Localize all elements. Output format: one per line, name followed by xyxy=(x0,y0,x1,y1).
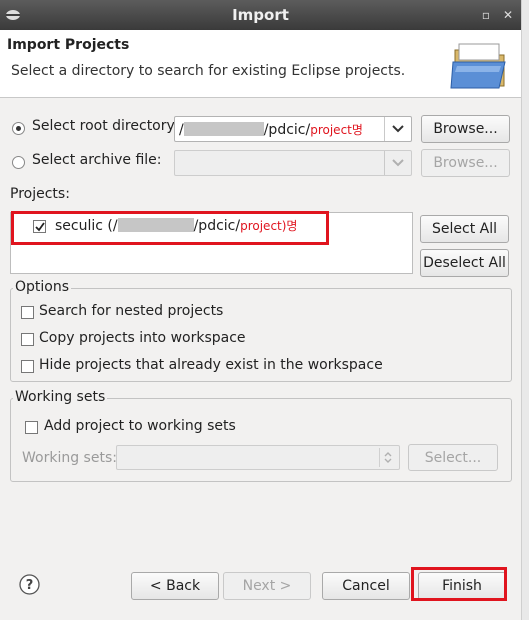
redacted-path xyxy=(183,122,264,136)
copy-projects-label[interactable]: Copy projects into workspace xyxy=(39,330,246,346)
help-icon[interactable]: ? xyxy=(19,574,40,595)
root-directory-combo[interactable]: //pdcic/project명 xyxy=(174,116,412,142)
add-to-working-sets-label[interactable]: Add project to working sets xyxy=(44,418,236,434)
highlight-annotation xyxy=(11,211,329,245)
root-directory-label: Select root directory: xyxy=(32,118,179,134)
highlight-annotation xyxy=(411,567,507,601)
select-working-sets-button[interactable]: Select... xyxy=(408,444,498,471)
archive-file-combo[interactable] xyxy=(174,150,412,176)
cancel-button[interactable]: Cancel xyxy=(322,572,410,600)
select-all-button[interactable]: Select All xyxy=(420,215,509,243)
options-legend: Options xyxy=(13,279,72,295)
copy-projects-checkbox[interactable] xyxy=(21,333,34,346)
page-description: Select a directory to search for existin… xyxy=(11,63,406,79)
dropdown-arrow[interactable] xyxy=(384,117,411,141)
root-directory-value[interactable]: //pdcic/project명 xyxy=(179,121,363,138)
background-strip xyxy=(521,0,529,620)
browse-directory-button[interactable]: Browse... xyxy=(421,115,510,143)
svg-text:?: ? xyxy=(26,578,34,593)
hide-existing-label[interactable]: Hide projects that already exist in the … xyxy=(39,357,383,373)
chevron-down-icon xyxy=(392,125,404,133)
folder-open-icon xyxy=(450,43,506,89)
page-title: Import Projects xyxy=(7,37,130,53)
working-sets-label: Working sets: xyxy=(22,450,117,466)
add-to-working-sets-checkbox[interactable] xyxy=(25,421,38,434)
projects-label: Projects: xyxy=(10,186,70,202)
archive-file-radio[interactable] xyxy=(12,156,25,169)
search-nested-checkbox[interactable] xyxy=(21,306,34,319)
archive-file-label: Select archive file: xyxy=(32,152,162,168)
spinner-icon xyxy=(379,448,395,467)
window-title: Import xyxy=(232,6,289,24)
back-button[interactable]: < Back xyxy=(131,572,219,600)
next-button[interactable]: Next > xyxy=(223,572,311,600)
working-sets-legend: Working sets xyxy=(13,389,108,405)
window-title-bar: Import ▫ ✕ xyxy=(0,0,521,30)
browse-archive-button[interactable]: Browse... xyxy=(421,149,510,177)
hide-existing-checkbox[interactable] xyxy=(21,360,34,373)
chevron-down-icon xyxy=(392,159,404,167)
deselect-all-button[interactable]: Deselect All xyxy=(420,249,509,277)
root-directory-radio[interactable] xyxy=(12,122,25,135)
minimize-icon[interactable]: ▫ xyxy=(478,7,494,23)
wizard-header: Import Projects Select a directory to se… xyxy=(0,30,521,98)
search-nested-label[interactable]: Search for nested projects xyxy=(39,303,223,319)
working-sets-combo[interactable] xyxy=(116,445,400,470)
dropdown-arrow[interactable] xyxy=(384,151,411,175)
close-icon[interactable]: ✕ xyxy=(500,7,516,23)
